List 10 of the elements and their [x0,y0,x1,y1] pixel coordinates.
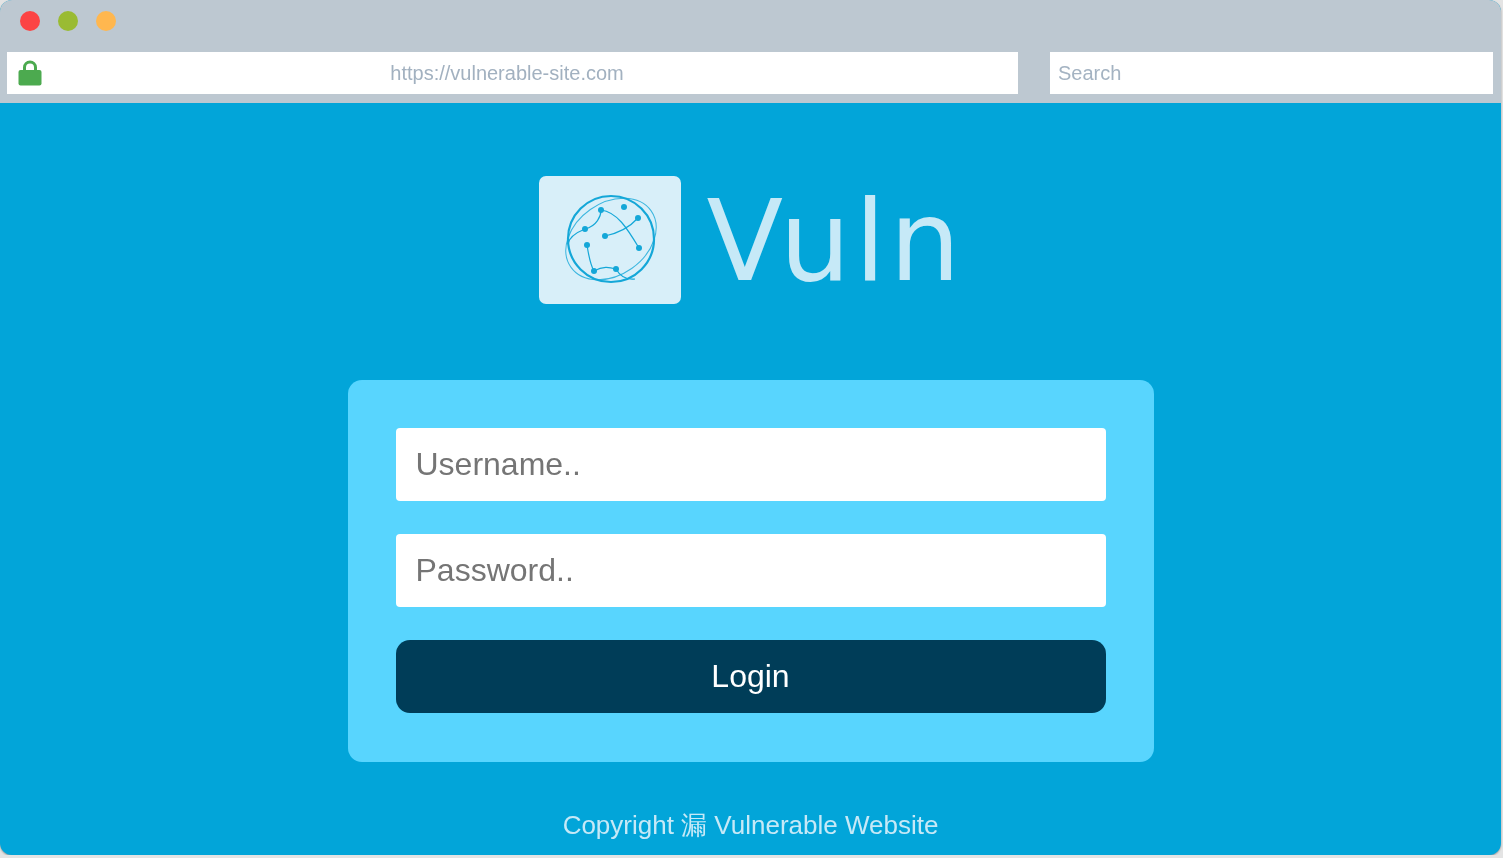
login-button[interactable]: Login [395,640,1106,713]
copyright-text: Copyright 漏 Vulnerable Website [562,809,939,841]
password-field[interactable]: Password.. [395,534,1106,607]
brand-name: Vuln [706,177,965,305]
globe-logo-icon [539,176,682,304]
window-button[interactable] [96,11,116,31]
window-button[interactable] [20,11,40,31]
window-button[interactable] [58,11,78,31]
username-field[interactable]: Username.. [395,428,1106,501]
search-field[interactable]: Search [1050,52,1493,94]
